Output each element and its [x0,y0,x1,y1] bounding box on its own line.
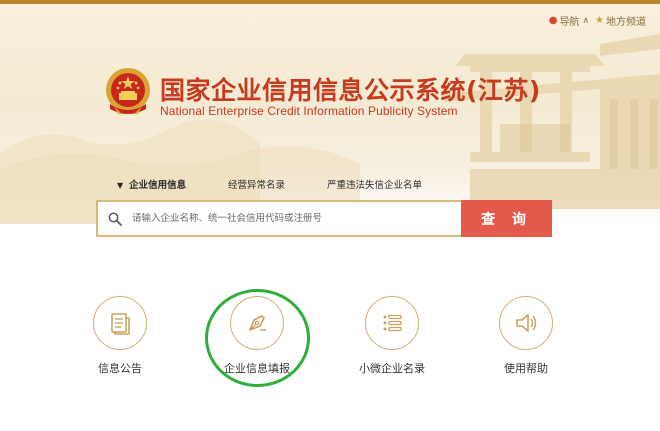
caret-up-icon: ∧ [582,15,590,26]
search-button[interactable]: 查 询 [461,200,552,237]
feature-small-micro-enterprise-list[interactable]: 小微企业名录 [342,296,442,376]
local-channel-link[interactable]: ★ 地方频道 [595,13,646,28]
site-title-cn: 国家企业信用信息公示系统(江苏) [160,76,541,105]
search-input[interactable] [132,213,452,224]
tab-enterprise-credit[interactable]: ▼ 企业信用信息 [117,177,186,191]
list-icon [383,314,402,332]
nav-link[interactable]: ● 导航 ∧ [549,13,589,28]
national-emblem-icon [106,68,150,114]
highlight-ring-annotation [205,289,310,387]
tab-label: 企业信用信息 [129,180,187,191]
triangle-down-icon: ▼ [117,181,124,190]
speaker-icon [516,314,537,332]
feature-circle [365,296,419,350]
tab-label: 经营异常名录 [228,180,286,191]
search-bar: 查 询 [96,200,552,237]
feature-label: 使用帮助 [504,362,548,375]
pin-icon: ● [548,14,558,26]
feature-info-announcement[interactable]: 信息公告 [70,296,170,376]
feature-help[interactable]: 使用帮助 [476,296,576,376]
local-channel-label: 地方频道 [606,17,646,28]
site-title-en: National Enterprise Credit Information P… [160,104,458,118]
feature-circle [499,296,553,350]
page: ● 导航 ∧ ★ 地方频道 国家企业信用信息公示系统(江苏) National … [0,0,660,431]
notice-document-icon [111,313,130,335]
search-icon [108,212,122,226]
tab-serious-violation[interactable]: 严重违法失信企业名单 [327,177,422,191]
tab-abnormal-operation[interactable]: 经营异常名录 [228,177,285,191]
feature-circle [93,296,147,350]
top-links: ● 导航 ∧ ★ 地方频道 [549,13,646,28]
feature-label: 小微企业名录 [359,362,425,375]
feature-label: 信息公告 [98,362,142,375]
nav-link-label: 导航 [559,17,580,28]
star-icon: ★ [595,14,604,26]
tab-label: 严重违法失信企业名单 [327,180,423,191]
search-box [96,200,461,237]
